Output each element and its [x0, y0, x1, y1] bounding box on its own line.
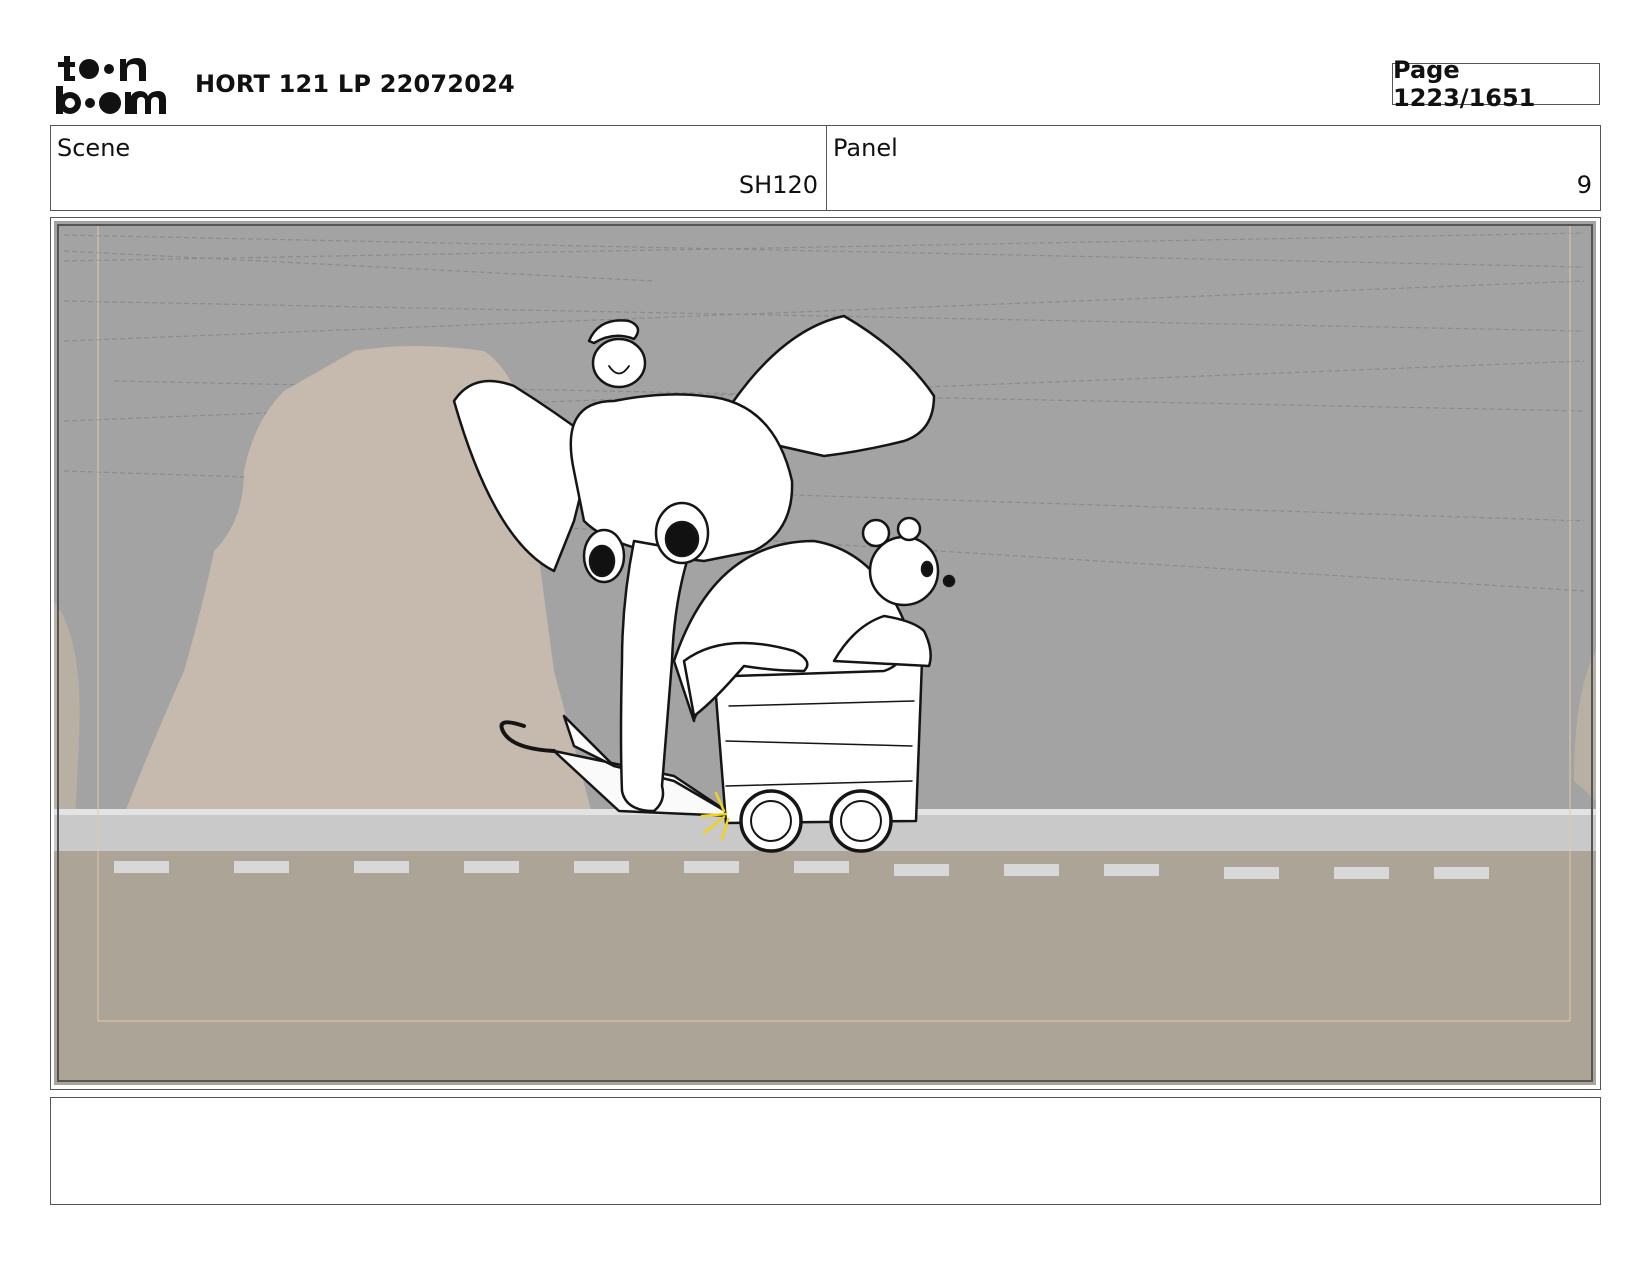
toon-boom-logo: [56, 56, 166, 114]
storyboard-frame: [50, 217, 1601, 1090]
document-title: HORT 121 LP 22072024: [195, 70, 515, 98]
bird: [587, 319, 647, 389]
scene-label: Scene: [57, 134, 131, 162]
storyboard-drawing: [54, 221, 1596, 1085]
scene-value: SH120: [738, 171, 818, 199]
cart: [712, 659, 924, 853]
panel-label: Panel: [833, 134, 898, 162]
panel-cell: Panel 9: [827, 126, 1600, 210]
panel-value: 9: [1576, 171, 1592, 199]
notes-box: [50, 1097, 1601, 1205]
page-number: Page 1223/1651: [1392, 56, 1600, 112]
scene-panel-info: Scene SH120 Panel 9: [50, 125, 1601, 211]
scene-cell: Scene SH120: [51, 126, 827, 210]
